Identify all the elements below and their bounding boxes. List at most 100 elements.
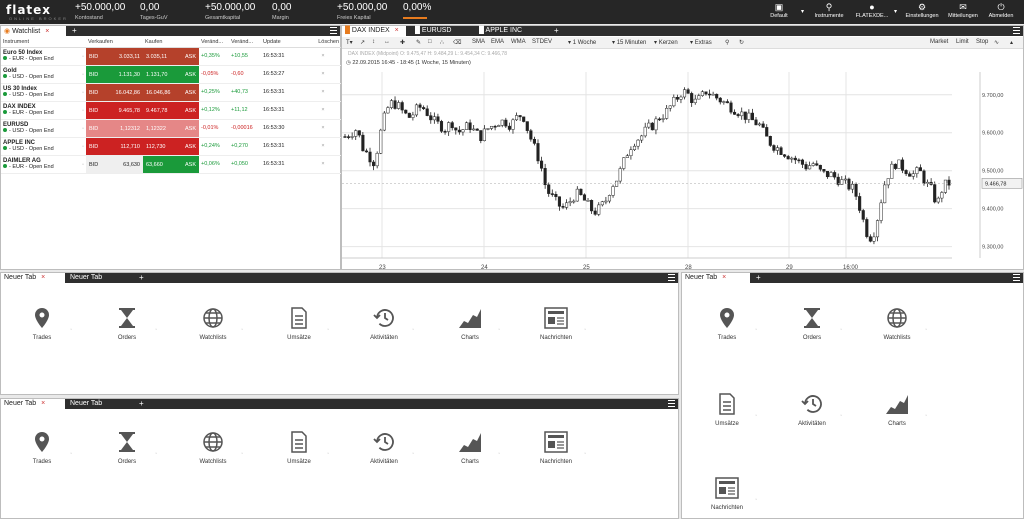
chevron-down-icon[interactable]: ˇ <box>327 453 329 459</box>
sell-cell[interactable]: BID 112,710 <box>86 137 143 156</box>
tile-orders[interactable]: Orders ˇ <box>782 307 842 341</box>
col-buy[interactable]: Kaufen <box>143 37 199 48</box>
chevron-down-icon[interactable]: ˇ <box>498 453 500 459</box>
tile-nachrichten[interactable]: Nachrichten ˇ <box>526 307 586 341</box>
instrument-cell[interactable]: EURUSD - USD - Open End ˇ <box>1 119 86 138</box>
tile-charts[interactable]: Charts ˇ <box>440 431 500 465</box>
tab-apple-inc[interactable]: █ APPLE INC <box>476 26 546 36</box>
tile-aktivitten[interactable]: Aktivitäten ˇ <box>354 307 414 341</box>
buy-cell[interactable]: 9.467,78 ASK <box>143 101 199 120</box>
tab-neuer-tab-a2[interactable]: Neuer Tab <box>67 273 131 283</box>
panel-menu-icon[interactable] <box>330 27 337 34</box>
sell-cell[interactable]: BID 63,630 <box>86 155 143 174</box>
cross-icon[interactable]: ✚ <box>400 39 405 46</box>
table-row[interactable]: DAIMLER AG - EUR - Open End ˇ BID 63,630 63,6… <box>1 155 341 174</box>
col-sell[interactable]: Verkaufen <box>86 37 143 48</box>
col-change[interactable]: Veränd... <box>229 37 261 48</box>
chevron-down-icon[interactable]: ˇ <box>155 329 157 335</box>
chevron-down-icon[interactable]: ˇ <box>584 329 586 335</box>
instrument-cell[interactable]: US 30 Index - USD - Open End ˇ <box>1 83 86 102</box>
chevron-down-icon[interactable]: ˇ <box>82 74 84 80</box>
sell-cell[interactable]: BID 9.465,78 <box>86 101 143 120</box>
price-chart[interactable]: 9.700,00 9.600,00 9.500,00 9.400,00 9.300,00… <box>342 50 1024 271</box>
chevron-down-icon[interactable]: ˇ <box>412 329 414 335</box>
sma-button[interactable]: SMA <box>472 39 485 45</box>
sell-cell[interactable]: BID 3.033,11 <box>86 47 143 66</box>
buy-cell[interactable]: 1.131,70 ASK <box>143 65 199 84</box>
tile-umstze[interactable]: Umsätze ˇ <box>697 393 757 427</box>
chevron-up-icon[interactable]: ▴ <box>1010 39 1013 46</box>
chevron-down-icon[interactable]: ˇ <box>241 453 243 459</box>
text-tool-icon[interactable]: T▾ <box>346 39 353 46</box>
tile-trades[interactable]: Trades ˇ <box>12 431 72 465</box>
table-row[interactable]: APPLE INC - USD - Open End ˇ BID 112,710 112,… <box>1 137 341 156</box>
tile-charts[interactable]: Charts ˇ <box>440 307 500 341</box>
chart-type-dropdown[interactable]: ▾ Kerzen <box>654 39 678 46</box>
table-row[interactable]: DAX INDEX - EUR - Open End ˇ BID 9.465,78 9.4… <box>1 101 341 120</box>
wma-button[interactable]: WMA <box>511 39 526 45</box>
close-icon[interactable]: × <box>395 27 399 34</box>
chevron-down-icon[interactable]: ˇ <box>82 92 84 98</box>
col-instrument[interactable]: Instrument <box>1 37 86 48</box>
tile-watchlists[interactable]: Watchlists ˇ <box>183 431 243 465</box>
panel-menu-icon[interactable] <box>668 274 675 281</box>
buy-cell[interactable]: 3.035,11 ASK <box>143 47 199 66</box>
delete-icon[interactable]: × <box>305 155 341 174</box>
chevron-down-icon[interactable]: ▾ <box>894 8 897 15</box>
tile-watchlists[interactable]: Watchlists ˇ <box>183 307 243 341</box>
chevron-down-icon[interactable]: ˇ <box>155 453 157 459</box>
col-delete[interactable]: Löschen <box>305 37 341 48</box>
sell-cell[interactable]: BID 1,12312 <box>86 119 143 138</box>
instrument-cell[interactable]: DAIMLER AG - EUR - Open End ˇ <box>1 155 86 174</box>
table-row[interactable]: US 30 Index - USD - Open End ˇ BID 16.042,86… <box>1 83 341 102</box>
tile-nachrichten[interactable]: Nachrichten ˇ <box>526 431 586 465</box>
delete-icon[interactable]: × <box>305 101 341 120</box>
chevron-down-icon[interactable]: ˇ <box>327 329 329 335</box>
instruments-button[interactable]: ⚲ Instrumente <box>812 2 846 19</box>
period-dropdown[interactable]: ▾ 1 Woche <box>568 39 596 46</box>
eraser-icon[interactable]: ⌫ <box>453 39 461 46</box>
chevron-down-icon[interactable]: ˇ <box>840 329 842 335</box>
panel-menu-icon[interactable] <box>1013 27 1020 34</box>
horizontal-line-icon[interactable]: ↔ <box>384 39 390 45</box>
tile-orders[interactable]: Orders ˇ <box>97 431 157 465</box>
tile-nachrichten[interactable]: Nachrichten ˇ <box>697 477 757 511</box>
close-icon[interactable]: × <box>41 274 45 281</box>
buy-cell[interactable]: 16.046,86 ASK <box>143 83 199 102</box>
chevron-down-icon[interactable]: ˇ <box>70 329 72 335</box>
instrument-cell[interactable]: APPLE INC - USD - Open End ˇ <box>1 137 86 156</box>
delete-icon[interactable]: × <box>305 119 341 138</box>
chevron-down-icon[interactable]: ˇ <box>925 329 927 335</box>
chevron-down-icon[interactable]: ˇ <box>755 499 757 505</box>
tile-watchlists[interactable]: Watchlists ˇ <box>867 307 927 341</box>
tab-watchlist[interactable]: ◉ Watchlist × <box>1 26 66 36</box>
pencil-icon[interactable]: ✎ <box>416 39 421 46</box>
chevron-down-icon[interactable]: ˇ <box>82 128 84 134</box>
add-tab-button[interactable]: + <box>756 273 761 282</box>
col-change-pct[interactable]: Veränd... <box>199 37 229 48</box>
close-icon[interactable]: × <box>45 28 49 35</box>
tile-umstze[interactable]: Umsätze ˇ <box>269 307 329 341</box>
chevron-down-icon[interactable]: ˇ <box>755 415 757 421</box>
tile-aktivitten[interactable]: Aktivitäten ˇ <box>354 431 414 465</box>
extras-dropdown[interactable]: ▾ Extras <box>690 39 712 46</box>
tile-umstze[interactable]: Umsätze ˇ <box>269 431 329 465</box>
chevron-down-icon[interactable]: ˇ <box>840 415 842 421</box>
stdev-button[interactable]: STDEV <box>532 39 552 45</box>
instrument-cell[interactable]: Gold - USD - Open End ˇ <box>1 65 86 84</box>
tab-dax-index[interactable]: █ DAX INDEX × <box>342 26 406 36</box>
tile-trades[interactable]: Trades ˇ <box>12 307 72 341</box>
settings-button[interactable]: ⚙ Einstellungen <box>902 2 942 19</box>
delete-icon[interactable]: × <box>305 83 341 102</box>
stop-order-button[interactable]: Stop <box>976 39 988 45</box>
chevron-down-icon[interactable]: ˇ <box>82 110 84 116</box>
reset-icon[interactable]: ↻ <box>739 39 744 46</box>
close-icon[interactable]: × <box>41 400 45 407</box>
delete-icon[interactable]: × <box>305 47 341 66</box>
fibonacci-icon[interactable]: ∴ <box>440 39 444 46</box>
limit-order-button[interactable]: Limit <box>956 39 969 45</box>
delete-icon[interactable]: × <box>305 137 341 156</box>
close-icon[interactable]: × <box>722 274 726 281</box>
chevron-down-icon[interactable]: ˇ <box>755 329 757 335</box>
instrument-cell[interactable]: DAX INDEX - EUR - Open End ˇ <box>1 101 86 120</box>
